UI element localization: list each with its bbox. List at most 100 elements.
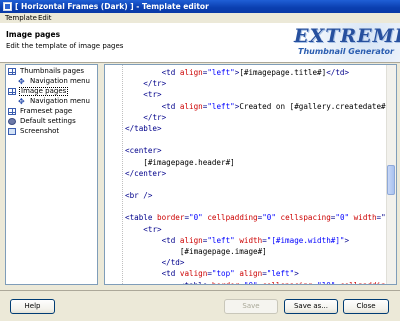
code-token: </center>: [125, 168, 167, 178]
tree-item-label: Frameset page: [20, 107, 73, 115]
code-token: <td: [161, 101, 180, 111]
navigation-icon: [18, 97, 26, 106]
code-token: width: [239, 235, 263, 245]
menu-edit[interactable]: Edit: [38, 13, 52, 23]
code-token: valign: [179, 269, 208, 279]
code-token: [#imagepage.header#]: [125, 157, 235, 167]
code-token: "0": [262, 213, 281, 223]
code-token: Created on [#gallery.createdate#]: [239, 101, 387, 111]
vertical-scrollbar[interactable]: [386, 65, 396, 284]
code-line: </table>: [125, 123, 387, 134]
code-token: >: [294, 269, 299, 279]
code-line: <tr>: [125, 224, 387, 235]
code-token: cellspacing: [280, 213, 331, 223]
code-token: <table: [125, 213, 158, 223]
code-token: [#imagepage.image#]: [125, 247, 267, 256]
title-bar[interactable]: [ Horizontal Frames (Dark) ] - Template …: [0, 0, 400, 13]
code-token: cellpadding: [207, 213, 258, 223]
button-bar-divider: [0, 290, 400, 291]
code-token: align: [179, 68, 203, 77]
scrollbar-thumb[interactable]: [387, 165, 395, 195]
navigation-icon: [18, 77, 26, 86]
section-tree[interactable]: Thumbnails pages Navigation menu Image p…: [5, 64, 98, 285]
code-token: "0": [244, 281, 262, 284]
code-token: align: [179, 101, 203, 111]
code-line: </td>: [125, 257, 387, 268]
tree-item-label: Screenshot: [20, 127, 60, 135]
code-token: <td: [161, 68, 180, 77]
code-token: [#imagepage.title#]: [239, 68, 327, 77]
code-token: <tr>: [143, 90, 162, 100]
code-line: <td align="left">Created on [#gallery.cr…: [125, 101, 387, 112]
code-token: "0": [335, 213, 354, 223]
code-line: </tr>: [125, 78, 387, 89]
code-token: "left": [207, 235, 240, 245]
code-token: "10": [317, 281, 340, 284]
code-line: <td valign="top" align="left">: [125, 268, 387, 279]
page-title: Image pages: [6, 30, 61, 39]
code-token: border: [212, 281, 239, 284]
grid-page-icon: [8, 68, 16, 75]
code-token: width: [353, 213, 377, 223]
code-token: <br />: [125, 191, 153, 201]
code-token: <td: [161, 235, 180, 245]
page-header: Image pages Edit the template of image p…: [0, 23, 400, 63]
code-line: <td align="left">[#imagepage.title#]</td…: [125, 67, 387, 78]
editor-gutter: [105, 65, 121, 284]
code-token: >: [344, 235, 350, 245]
logo-sub-text: Thumbnail Generator: [298, 47, 394, 56]
logo-main-text: EXTREME: [294, 25, 400, 47]
tree-item-label: Image pages: [19, 87, 69, 96]
code-token: </table>: [125, 123, 162, 133]
code-line: <td align="left" width="[#image.width#]"…: [125, 235, 387, 246]
save-as-button[interactable]: Save as...: [284, 299, 338, 314]
tree-item-label: Thumbnails pages: [20, 67, 85, 75]
screenshot-icon: [8, 128, 16, 135]
save-button[interactable]: Save: [224, 299, 278, 314]
code-line: </tr>: [125, 112, 387, 123]
code-token: cellpaddin: [340, 281, 386, 284]
help-button[interactable]: Help: [10, 299, 55, 314]
menu-bar: Template Edit: [0, 13, 400, 23]
window-title: [ Horizontal Frames (Dark) ] - Template …: [15, 2, 209, 11]
code-token: <td: [161, 269, 180, 279]
code-token: "0": [189, 213, 208, 223]
code-token: align: [179, 235, 203, 245]
code-line: <center>: [125, 145, 387, 156]
tree-item-label: Navigation menu: [30, 97, 90, 105]
code-token: cellspacing: [262, 281, 312, 284]
code-token: =": [376, 213, 386, 223]
code-token: "left": [207, 101, 235, 111]
grid-page-icon: [8, 88, 16, 95]
code-line: <table border="0" cellspacing="10" cellp…: [125, 280, 387, 284]
code-token: </tr>: [143, 112, 167, 122]
app-icon: [3, 2, 12, 11]
code-token: </td>: [326, 68, 350, 77]
tree-item-label: Navigation menu: [30, 77, 90, 85]
code-line: <br />: [125, 190, 387, 201]
code-line: [#imagepage.header#]: [125, 157, 387, 168]
gear-icon: [8, 118, 16, 125]
menu-template[interactable]: Template: [5, 13, 37, 23]
template-code-editor[interactable]: <td align="left">[#imagepage.title#]</td…: [104, 64, 397, 285]
page-subtitle: Edit the template of image pages: [6, 42, 124, 50]
code-token: border: [157, 213, 185, 223]
code-token: "left": [207, 68, 235, 77]
code-token: "top": [211, 269, 240, 279]
gutter-divider: [122, 65, 123, 284]
code-area[interactable]: <td align="left">[#imagepage.title#]</td…: [125, 67, 387, 284]
close-button[interactable]: Close: [343, 299, 389, 314]
code-token: "[#image.width#]": [266, 235, 345, 245]
code-token: </td>: [161, 258, 185, 268]
